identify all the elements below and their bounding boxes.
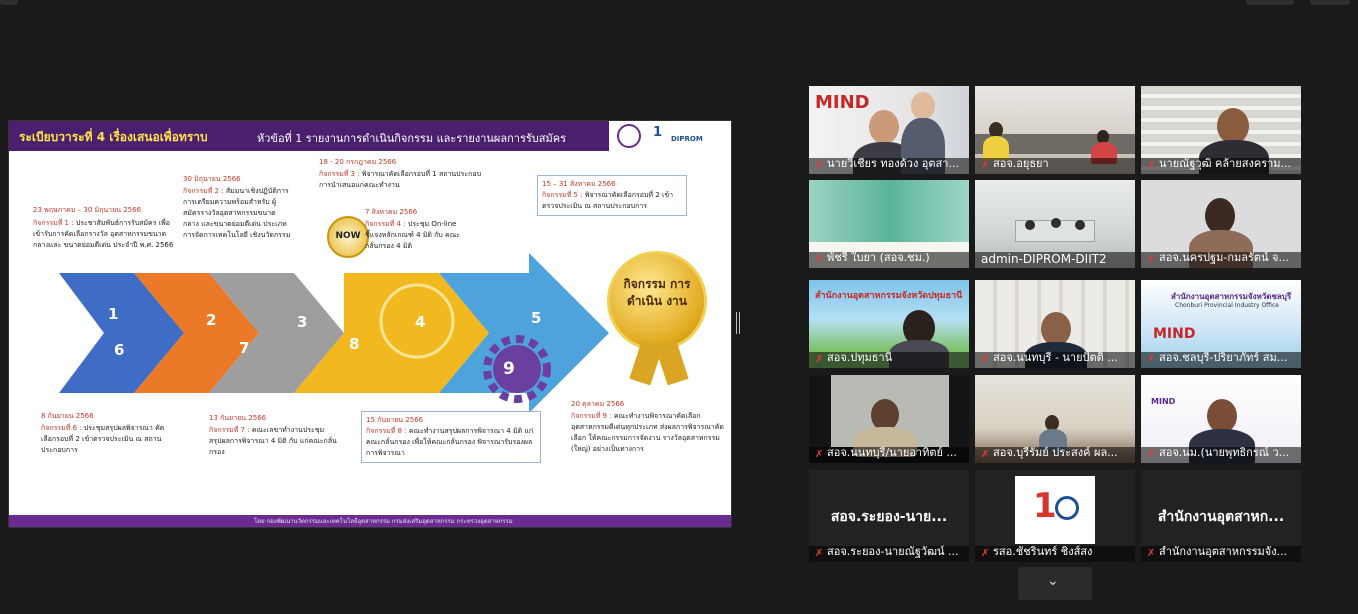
mic-muted-icon: ✗ [815,160,824,171]
participant-tile[interactable]: สอจ.ระยอง-นาย... ✗ สอจ.ระยอง-นายณัฐวัฒน์… [809,470,969,562]
participant-tile-active-speaker[interactable]: admin-DIPROM-DIIT2 [975,180,1135,268]
participant-name: นายณัฐวุฒิ คล้ายสงคราม... [1159,157,1292,170]
participant-tile[interactable]: ✗ สอจ.นนทบุรี/นายอาทิตย์ ... [809,375,969,463]
participant-tile[interactable]: 1 ✗ รสอ.ชัชรินทร์ ชิงส์สง [975,470,1135,562]
participant-tile[interactable]: สำนักงานอุตสาหกรรมจังหวัดชลบุรี Chonburi… [1141,280,1301,368]
participant-name: สอจ.นนทบุรี - นายปัตติ ... [993,351,1118,364]
mic-muted-icon: ✗ [981,449,990,460]
step-number: 2 [206,311,217,329]
participant-name: สอจ.นครปฐม-กมลรัตน์ จ... [1159,251,1289,264]
participant-name: admin-DIPROM-DIIT2 [981,252,1107,266]
zoom-meeting-window: ระเบียบวาระที่ 4 เรื่องเสนอเพื่อทราบ หัว… [0,0,1358,614]
participant-name: สอจ.อยุธยา [993,157,1049,170]
participant-name: สอจ.ระยอง-นายณัฐวัฒน์ ... [827,545,959,558]
mic-muted-icon: ✗ [1147,548,1156,559]
mic-muted-icon: ✗ [981,354,990,365]
participant-tile[interactable]: ✗ สอจ.นนทบุรี - นายปัตติ ... [975,280,1135,368]
step-date: 13 กันยายน 2566 [209,414,267,422]
mic-muted-icon: ✗ [815,449,824,460]
profile-logo: 1 [1015,476,1095,544]
mic-muted-icon: ✗ [815,548,824,559]
step-number: 1 [108,305,119,323]
top-toolbar-stub[interactable] [0,0,18,5]
mind-banner-text: MIND [1153,326,1196,342]
step-description: กิจกรรมที่ 9 : คณะทำงานพิจารณาคัดเลือก อ… [571,412,724,453]
participant-tile[interactable]: สำนักงานอุตสาหกรรมจังหวัดปทุมธานี ✗ สอจ.… [809,280,969,368]
step-description: 15 – 31 สิงหาคม 2566 กิจกรรมที่ 5 : พิจา… [537,175,687,216]
mic-muted-icon: ✗ [981,548,990,559]
participant-name: สอจ.นนทบุรี/นายอาทิตย์ ... [827,446,957,459]
slide-footer: โดย กองพัฒนานวัตกรรมและเทคโนโลยีอุตสาหกร… [9,515,731,527]
mic-muted-icon: ✗ [1147,254,1156,265]
mic-muted-icon: ✗ [981,160,990,171]
participant-tile[interactable]: ✗ สอจ.บุรีรัมย์ ประสงค์ ผล... [975,375,1135,463]
step-description: กิจกรรมที่ 4 : ประชุม On-line ชี้แจงหลัก… [365,220,460,250]
participant-display-name: สอจ.ระยอง-นาย... [830,509,948,525]
step-number: 7 [239,339,250,357]
gallery-next-page-button[interactable]: ⌄ [1018,567,1092,600]
participant-tile[interactable]: สำนักงานอุตสาหก... ✗ สำนักงานอุตสาหกรรมจ… [1141,470,1301,562]
step-description: กิจกรรมที่ 6 : ประชุมสรุปผลพิจารณา คัดเล… [41,424,165,454]
participant-name: รสอ.ชัชรินทร์ ชิงส์สง [993,545,1093,558]
participant-tile[interactable]: ✗ พัชรี ใบยา (สอจ.ชม.) [809,180,969,268]
participant-name: สำนักงานอุตสาหกรรมจัง... [1159,545,1288,558]
participant-name: สอจ.นม.(นายพุทธิกรณ์ ว... [1159,446,1290,459]
step-number: 5 [531,309,542,327]
mic-muted-icon: ✗ [1147,449,1156,460]
participant-name: นายวิเชียร ทองด้วง อุตสา... [827,157,959,170]
participant-tile[interactable]: MIND ✗ สอจ.นม.(นายพุทธิกรณ์ ว... [1141,375,1301,463]
step-number: 8 [349,335,360,353]
office-banner-subtext: Chonburi Provincial Industry Office [1175,302,1279,309]
step-description: กิจกรรมที่ 2 : สัมมนาเชิงปฏิบัติการ การเ… [183,187,291,239]
step-date: 20 ตุลาคม 2566 [571,400,625,408]
shared-screen: ระเบียบวาระที่ 4 เรื่องเสนอเพื่อทราบ หัว… [8,120,732,528]
participant-name: สอจ.บุรีรัมย์ ประสงค์ ผล... [993,446,1118,459]
participant-tile[interactable]: ✗ สอจ.นครปฐม-กมลรัตน์ จ... [1141,180,1301,268]
mind-banner-text: MIND [1151,397,1176,406]
step-description: 15 กันยายน 2566 กิจกรรมที่ 8 : คณะทำงานส… [361,411,541,463]
participant-tile[interactable]: MIND ✗ นายวิเชียร ทองด้วง อุตสา... [809,86,969,174]
step-date: 30 มิถุนายน 2566 [183,175,241,183]
diprom-logo-icon: 1 [1033,486,1057,526]
step-date: 7 สิงหาคม 2566 [365,208,418,216]
step-date: 23 พฤษภาคม – 30 มิถุนายน 2566 [33,206,142,214]
step-number: 6 [114,341,125,359]
activity-gold-badge: กิจกรรม การดำเนิน งาน [607,251,707,351]
participant-name: สอจ.ปทุมธานี [827,351,893,364]
participant-name: พัชรี ใบยา (สอจ.ชม.) [827,251,930,264]
chevron-down-icon: ⌄ [1047,573,1059,589]
step-number: 3 [297,313,308,331]
step-date: 18 - 20 กรกฎาคม 2566 [319,158,397,166]
step-number: 4 [415,313,426,331]
mic-muted-icon: ✗ [1147,160,1156,171]
mic-muted-icon: ✗ [815,254,824,265]
mind-banner-text: MIND [815,92,870,113]
step-description: กิจกรรมที่ 3 : พิจารณาคัดเลือกรอบที่ 1 ส… [319,170,482,189]
top-toolbar-stub[interactable] [1246,0,1294,5]
step-date: 8 กันยายน 2566 [41,412,94,420]
resize-splitter-handle[interactable] [736,312,740,334]
now-badge: NOW [327,216,369,258]
office-banner-text: สำนักงานอุตสาหกรรมจังหวัดปทุมธานี [815,291,963,301]
participant-tile[interactable]: ✗ นายณัฐวุฒิ คล้ายสงคราม... [1141,86,1301,174]
participant-name: สอจ.ชลบุรี-ปริยาภัทร์ สม... [1159,351,1288,364]
mic-muted-icon: ✗ [815,354,824,365]
mic-muted-icon: ✗ [1147,354,1156,365]
participant-display-name: สำนักงานอุตสาหก... [1157,509,1285,525]
step-description: กิจกรรมที่ 7 : คณะเลขาทำงานประชุม สรุปผล… [209,426,337,456]
participant-tile[interactable]: ✗ สอจ.อยุธยา [975,86,1135,174]
step-description: กิจกรรมที่ 1 : ประชาสัมพันธ์การรับสมัคร … [33,219,174,249]
top-toolbar-stub[interactable] [1310,0,1350,5]
step-number: 9 [503,359,515,379]
